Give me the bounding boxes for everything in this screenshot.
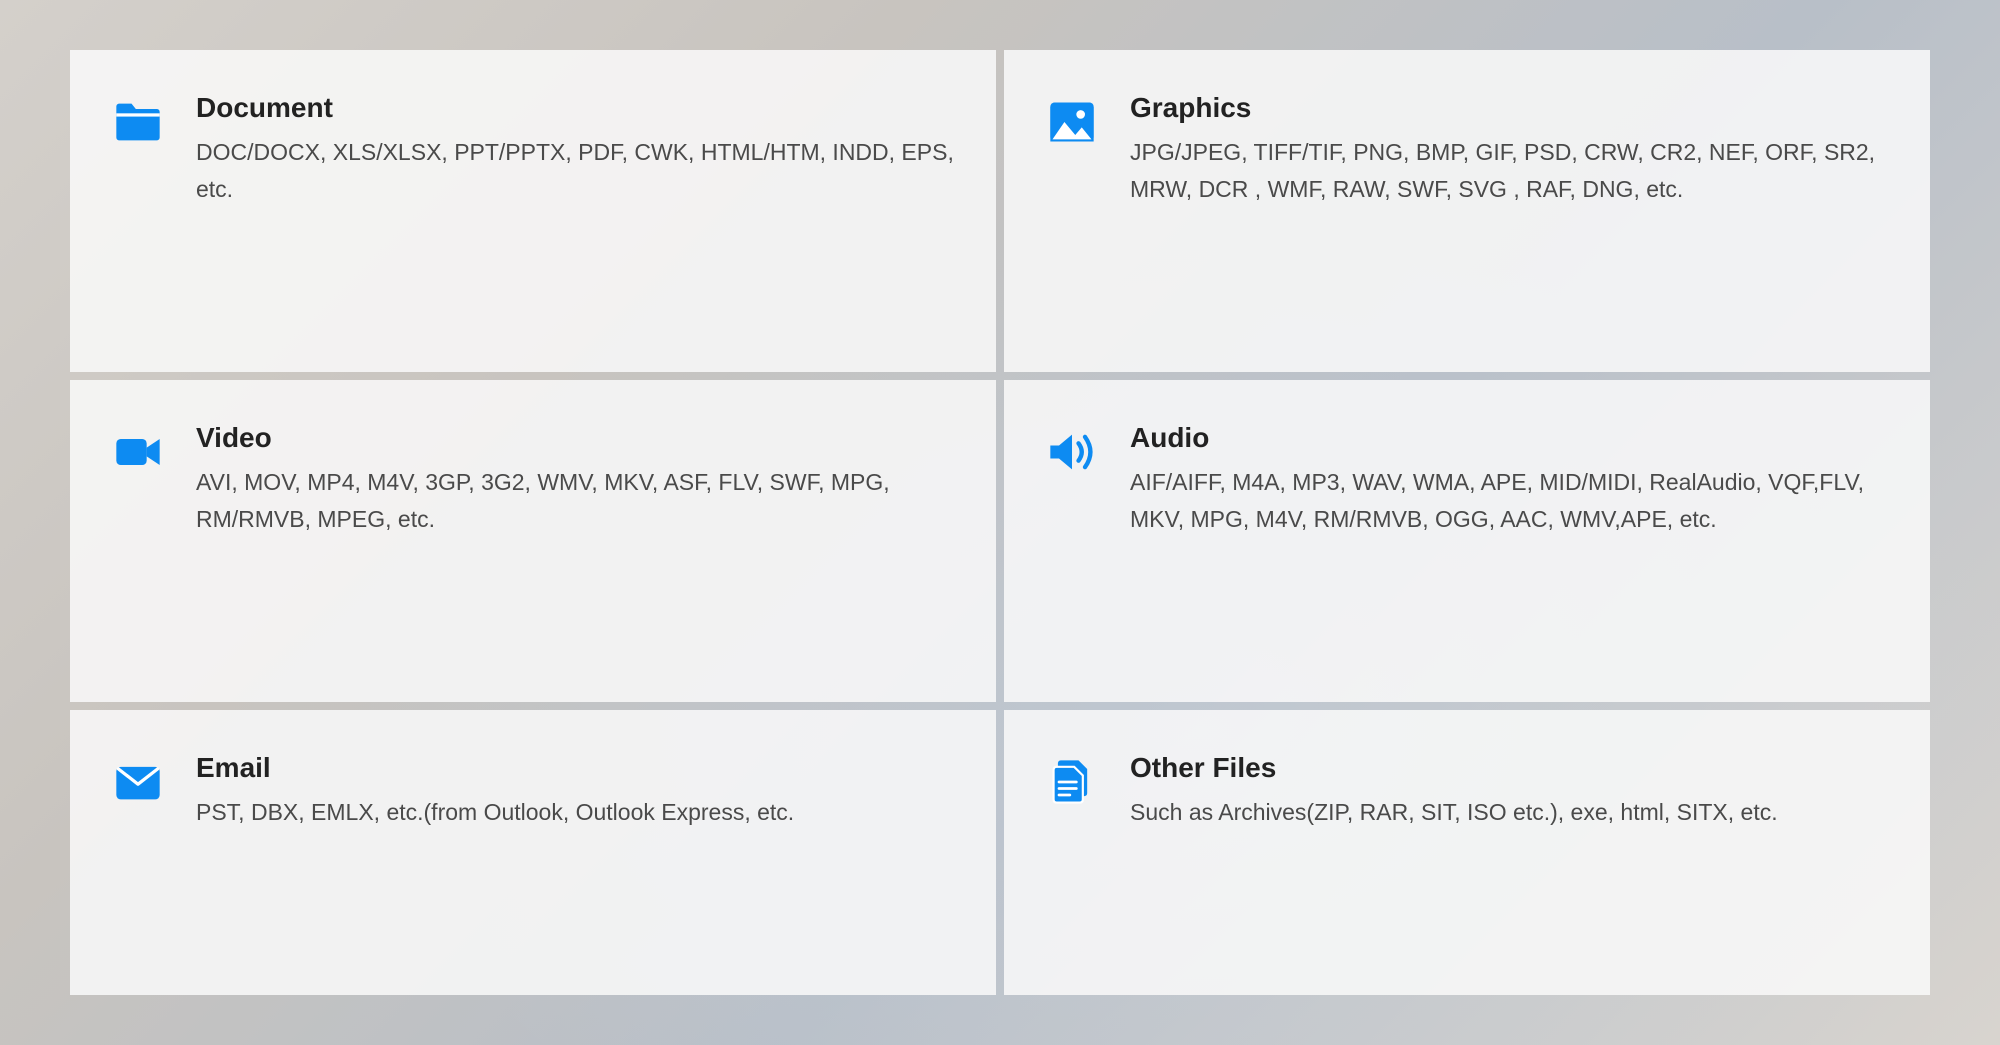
card-title: Video [196,422,956,454]
card-document: Document DOC/DOCX, XLS/XLSX, PPT/PPTX, P… [70,50,996,372]
speaker-icon [1044,422,1100,478]
card-description: DOC/DOCX, XLS/XLSX, PPT/PPTX, PDF, CWK, … [196,134,956,208]
image-icon [1044,92,1100,148]
card-title: Audio [1130,422,1890,454]
card-description: AVI, MOV, MP4, M4V, 3GP, 3G2, WMV, MKV, … [196,464,956,538]
card-email: Email PST, DBX, EMLX, etc.(from Outlook,… [70,710,996,995]
card-description: PST, DBX, EMLX, etc.(from Outlook, Outlo… [196,794,956,831]
card-title: Other Files [1130,752,1890,784]
card-description: Such as Archives(ZIP, RAR, SIT, ISO etc.… [1130,794,1890,831]
card-title: Email [196,752,956,784]
card-description: AIF/AIFF, M4A, MP3, WAV, WMA, APE, MID/M… [1130,464,1890,538]
card-title: Graphics [1130,92,1890,124]
card-audio: Audio AIF/AIFF, M4A, MP3, WAV, WMA, APE,… [1004,380,1930,702]
file-type-grid: Document DOC/DOCX, XLS/XLSX, PPT/PPTX, P… [0,0,2000,1045]
video-camera-icon [110,422,166,478]
card-title: Document [196,92,956,124]
folder-icon [110,92,166,148]
envelope-icon [110,752,166,808]
card-description: JPG/JPEG, TIFF/TIF, PNG, BMP, GIF, PSD, … [1130,134,1890,208]
files-icon [1044,752,1100,808]
card-other-files: Other Files Such as Archives(ZIP, RAR, S… [1004,710,1930,995]
card-graphics: Graphics JPG/JPEG, TIFF/TIF, PNG, BMP, G… [1004,50,1930,372]
card-video: Video AVI, MOV, MP4, M4V, 3GP, 3G2, WMV,… [70,380,996,702]
